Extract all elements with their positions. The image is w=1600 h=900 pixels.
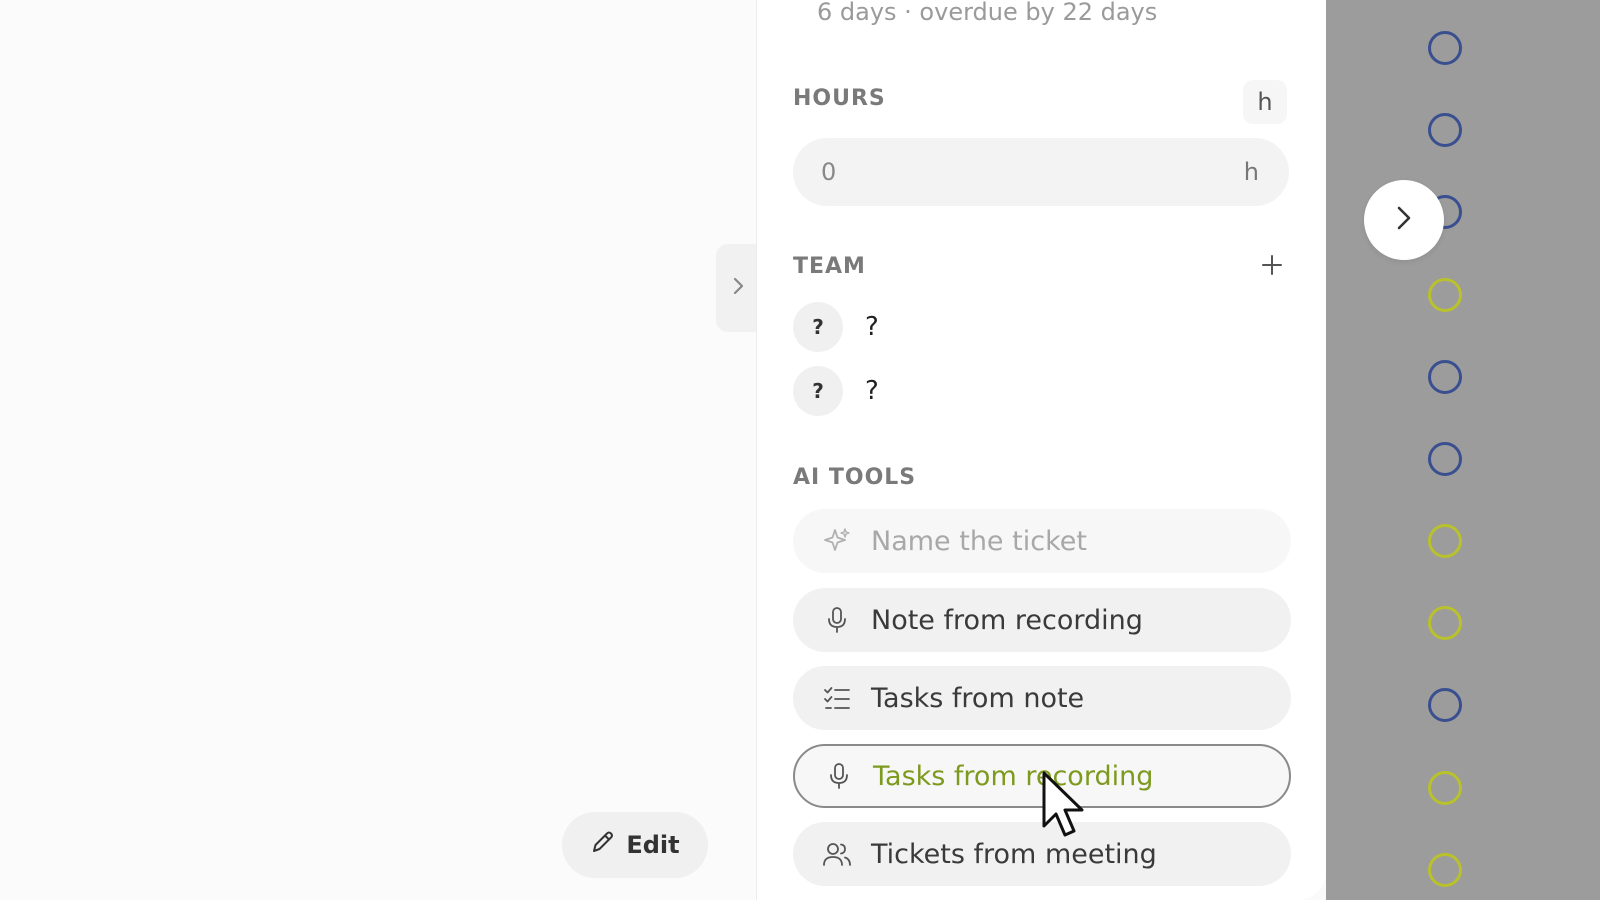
status-circle-icon[interactable]	[1428, 688, 1462, 722]
team-member-name: ?	[865, 376, 879, 406]
hours-value: 0	[821, 158, 837, 186]
status-circle-icon[interactable]	[1428, 524, 1462, 558]
status-circle-icon[interactable]	[1428, 771, 1462, 805]
hours-input[interactable]: 0 h	[793, 138, 1289, 206]
ticket-details-panel: 6 days · overdue by 22 days HOURS h 0 h …	[756, 0, 1326, 900]
ai-tools-section-label: AI TOOLS	[793, 465, 917, 490]
dimmed-list-area	[1326, 0, 1600, 900]
add-team-member-button[interactable]	[1255, 250, 1289, 284]
hours-unit-suffix: h	[1243, 158, 1259, 186]
note-from-recording-label: Note from recording	[871, 604, 1143, 636]
next-ticket-button[interactable]	[1364, 180, 1444, 260]
checklist-icon	[821, 682, 853, 714]
avatar: ?	[793, 366, 843, 416]
sparkle-icon	[821, 525, 853, 557]
note-from-recording-button[interactable]: Note from recording	[793, 588, 1291, 652]
edit-button[interactable]: Edit	[562, 812, 708, 878]
microphone-icon	[821, 604, 853, 636]
tickets-from-meeting-button[interactable]: Tickets from meeting	[793, 822, 1291, 886]
chevron-right-icon	[1393, 203, 1415, 237]
team-section-label: TEAM	[793, 254, 866, 279]
team-member[interactable]: ? ?	[793, 302, 879, 352]
edit-button-label: Edit	[626, 831, 680, 859]
status-circle-icon[interactable]	[1428, 853, 1462, 887]
users-icon	[821, 838, 853, 870]
due-status-text: 6 days · overdue by 22 days	[817, 0, 1158, 26]
team-member-name: ?	[865, 312, 879, 342]
name-ticket-label: Name the ticket	[871, 525, 1087, 557]
status-circle-icon[interactable]	[1428, 606, 1462, 640]
chevron-right-icon	[732, 276, 746, 300]
microphone-icon	[823, 760, 855, 792]
hours-unit-toggle[interactable]: h	[1243, 80, 1287, 124]
status-circle-icon[interactable]	[1428, 278, 1462, 312]
status-circle-icon[interactable]	[1428, 442, 1462, 476]
status-circle-icon[interactable]	[1428, 113, 1462, 147]
canvas-area	[0, 0, 756, 900]
avatar: ?	[793, 302, 843, 352]
status-circle-icon[interactable]	[1428, 31, 1462, 65]
tickets-from-meeting-label: Tickets from meeting	[871, 838, 1157, 870]
name-ticket-button[interactable]: Name the ticket	[793, 509, 1291, 573]
hours-section-label: HOURS	[793, 86, 886, 111]
tasks-from-recording-button[interactable]: Tasks from recording	[793, 744, 1291, 808]
pencil-icon	[590, 829, 616, 861]
plus-icon	[1260, 253, 1284, 281]
tasks-from-note-label: Tasks from note	[871, 682, 1085, 714]
tasks-from-recording-label: Tasks from recording	[873, 760, 1154, 792]
team-member[interactable]: ? ?	[793, 366, 879, 416]
tasks-from-note-button[interactable]: Tasks from note	[793, 666, 1291, 730]
status-circle-icon[interactable]	[1428, 360, 1462, 394]
